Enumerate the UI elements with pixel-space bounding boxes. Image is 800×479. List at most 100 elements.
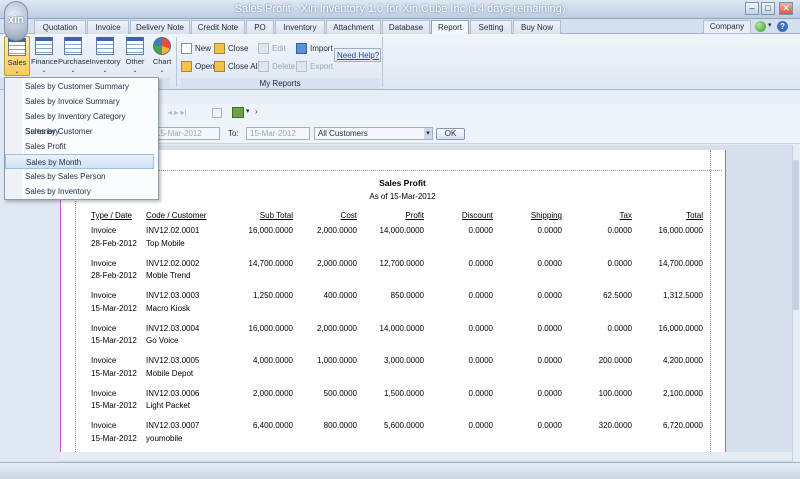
close-label: Close <box>228 44 249 53</box>
tab-database[interactable]: Database <box>382 20 430 34</box>
col-header-discount: Discount <box>461 211 493 220</box>
row-cost: 2,000.0000 <box>316 258 357 268</box>
row-profit: 1,500.0000 <box>383 388 424 398</box>
help-icon[interactable]: ? <box>777 21 788 32</box>
tab-attachment[interactable]: Attachment <box>326 20 381 34</box>
row-subtotal: 6,400.0000 <box>252 421 293 430</box>
menu-item-sales-by-inventory-category-summary[interactable]: Sales by Inventory Category Summary <box>5 109 154 136</box>
tab-buy-now[interactable]: Buy Now <box>513 20 561 34</box>
tab-po[interactable]: PO <box>246 20 274 34</box>
row-type: Invoice <box>91 388 117 398</box>
row-tax: 0.0000 <box>607 226 632 235</box>
row-shipping: 0.0000 <box>537 291 562 300</box>
other-report-button[interactable]: Other ⌄ <box>122 36 148 76</box>
chevron-down-icon[interactable]: ▾ <box>246 107 250 115</box>
close-report-button[interactable]: Close <box>214 41 248 56</box>
open-button[interactable]: Open <box>181 59 215 74</box>
row-type: Invoice <box>91 226 117 235</box>
edit-button[interactable]: Edit <box>258 41 286 56</box>
more-icon[interactable]: › <box>255 107 258 116</box>
report-icon <box>126 37 144 55</box>
scrollbar-thumb[interactable] <box>793 160 799 310</box>
chevron-down-icon: ⌄ <box>41 68 47 74</box>
from-date-input[interactable]: 15-Mar-2012 <box>152 127 220 140</box>
tab-credit-note[interactable]: Credit Note <box>191 20 245 34</box>
row-date: 15-Mar-2012 <box>91 303 137 313</box>
finance-report-button[interactable]: Finance ⌄ <box>31 36 58 76</box>
to-date-input[interactable]: 15-Mar-2012 <box>246 127 310 140</box>
menu-item-sales-by-customer-summary[interactable]: Sales by Customer Summary <box>5 79 154 94</box>
globe-icon[interactable] <box>755 21 766 32</box>
row-customer: Macro Kiosk <box>146 303 191 313</box>
row-shipping: 0.0000 <box>537 356 562 365</box>
col-header-tax: Tax <box>619 211 632 220</box>
import-icon <box>296 43 307 54</box>
edit-label: Edit <box>272 44 286 53</box>
chevron-down-icon: ⌄ <box>159 68 165 74</box>
row-total: 2,100.0000 <box>662 388 703 398</box>
row-code: INV12.02.0002 <box>146 258 200 268</box>
row-subtotal: 16,000.0000 <box>248 323 294 333</box>
close-all-button[interactable]: Close All <box>214 59 259 74</box>
window-title: Sales Profit - Xin Inventory 1.0 for Xin… <box>234 3 566 15</box>
row-discount: 0.0000 <box>468 258 493 268</box>
ribbon-separator <box>382 37 383 87</box>
folder-icon <box>181 61 192 72</box>
row-code: INV12.02.0001 <box>146 226 200 235</box>
ok-button[interactable]: OK <box>436 128 465 140</box>
col-header-code-customer: Code / Customer <box>146 211 207 220</box>
menu-item-sales-profit[interactable]: Sales Profit <box>5 139 154 154</box>
row-total: 6,720.0000 <box>662 421 703 430</box>
other-label: Other <box>125 57 145 66</box>
row-code: INV12.03.0006 <box>146 388 200 398</box>
finance-label: Finance <box>31 57 58 66</box>
menu-item-sales-by-inventory[interactable]: Sales by Inventory <box>5 184 154 199</box>
open-label: Open <box>195 62 215 71</box>
app-logo[interactable]: xin <box>4 1 28 41</box>
inventory-report-button[interactable]: Inventory ⌄ <box>89 36 121 76</box>
row-code: INV12.03.0004 <box>146 323 200 333</box>
tab-invoice[interactable]: Invoice <box>87 20 129 34</box>
customer-select[interactable]: All Customers <box>314 127 433 140</box>
tab-report[interactable]: Report <box>431 20 469 35</box>
maximize-button[interactable]: □ <box>761 2 775 15</box>
chevron-down-icon[interactable]: ▾ <box>768 21 772 29</box>
tab-quotation[interactable]: Quotation <box>34 20 86 34</box>
row-total: 1,312.5000 <box>662 291 703 300</box>
import-button[interactable]: Import <box>296 41 333 56</box>
menu-item-sales-by-month[interactable]: Sales by Month <box>5 154 154 169</box>
new-button[interactable]: New <box>181 41 211 56</box>
purchase-report-button[interactable]: Purchase ⌄ <box>58 36 90 76</box>
row-profit: 14,000.0000 <box>379 323 425 333</box>
row-tax: 320.0000 <box>598 421 632 430</box>
export-button[interactable]: Export <box>296 59 333 74</box>
tab-setting[interactable]: Setting <box>470 20 512 34</box>
row-profit: 850.0000 <box>390 291 424 300</box>
close-all-icon <box>214 61 225 72</box>
row-shipping: 0.0000 <box>537 226 562 235</box>
menu-item-sales-by-invoice-summary[interactable]: Sales by Invoice Summary <box>5 94 154 109</box>
refresh-icon[interactable] <box>212 108 222 118</box>
row-subtotal: 2,000.0000 <box>252 388 293 398</box>
row-code: INV12.03.0005 <box>146 356 200 365</box>
delete-button[interactable]: Delete <box>258 59 295 74</box>
menu-item-sales-by-customer[interactable]: Sales by Customer <box>5 124 154 139</box>
chevron-down-icon: ⌄ <box>102 68 108 74</box>
row-cost: 500.0000 <box>323 388 357 398</box>
menu-item-sales-by-sales-person[interactable]: Sales by Sales Person <box>5 169 154 184</box>
tab-inventory[interactable]: Inventory <box>275 20 325 34</box>
row-cost: 800.0000 <box>323 421 357 430</box>
company-button[interactable]: Company <box>703 20 751 34</box>
minimize-button[interactable]: – <box>745 2 759 15</box>
export-report-icon[interactable] <box>232 107 244 118</box>
tab-delivery-note[interactable]: Delivery Note <box>130 20 190 34</box>
sales-report-button[interactable]: Sales ⌄ <box>4 36 30 76</box>
export-label: Export <box>310 62 334 71</box>
row-total: 4,200.0000 <box>662 356 703 365</box>
chevron-down-icon[interactable]: ▾ <box>424 128 432 139</box>
close-window-button[interactable]: ✕ <box>779 2 793 15</box>
horizontal-scrollbar[interactable] <box>60 452 792 460</box>
need-help-link[interactable]: Need Help? <box>337 51 379 60</box>
nav-arrows-icon[interactable]: ◂ ▸ ▸| <box>168 108 187 117</box>
chart-report-button[interactable]: Chart ⌄ <box>149 36 175 76</box>
